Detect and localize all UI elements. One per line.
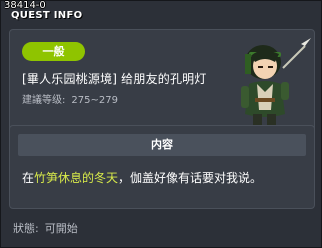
quest-status: 狀態: 可開始 (13, 220, 84, 236)
quest-info-window: 38414-0 QUEST INFO 一般 [畢人乐园桃源境] 给朋友的孔明灯 … (0, 0, 322, 248)
npc-portrait (241, 38, 311, 136)
status-label: 狀態: (13, 222, 39, 235)
content-text-prefix: 在 (22, 171, 35, 185)
window-title: QUEST INFO (11, 10, 83, 21)
quest-content-panel: 内容 在竹笋休息的冬天，伽盖好像有话要对我说。 (9, 125, 315, 209)
content-text-suffix: ，伽盖好像有话要对我说。 (118, 171, 263, 185)
quest-category-badge: 一般 (22, 42, 85, 61)
content-header: 内容 (18, 134, 306, 156)
content-highlight-location: 竹笋休息的冬天 (34, 171, 119, 185)
recommended-level: 建議等级: 275~279 (22, 91, 124, 106)
level-range: 275~279 (71, 95, 118, 106)
content-text: 在竹笋休息的冬天，伽盖好像有话要对我说。 (22, 169, 262, 186)
quest-name: [畢人乐园桃源境] 给朋友的孔明灯 (22, 72, 207, 86)
status-value: 可開始 (44, 222, 78, 235)
level-label: 建議等级: (22, 95, 66, 106)
